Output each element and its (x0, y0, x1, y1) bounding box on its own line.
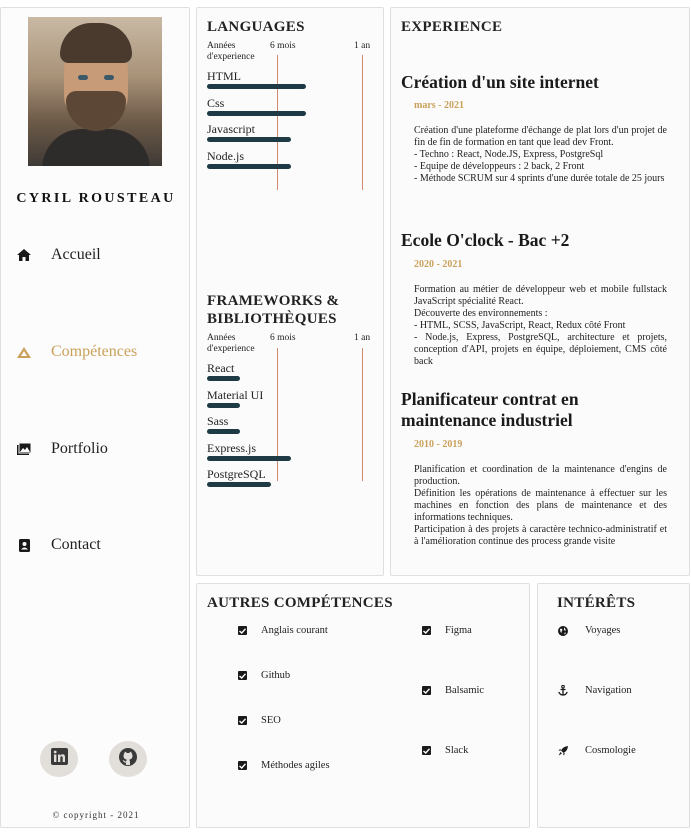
scale-start-label: Années d'experience (207, 333, 255, 354)
experience-item-description: Formation au métier de développeur web e… (414, 284, 667, 367)
scale-mid-label: 6 mois (270, 333, 296, 343)
skill-check-item: SEO (238, 715, 281, 726)
skill-level-bar (207, 402, 240, 408)
other-skills-panel: AUTRES COMPÉTENCES Anglais courant Githu… (196, 583, 530, 828)
linkedin-button[interactable] (40, 741, 78, 777)
nav-label: Contact (51, 536, 101, 553)
experience-item-description: Planification et coordination de la main… (414, 464, 667, 547)
skill-level-bar (207, 455, 291, 461)
experience-item-date: 2010 - 2019 (414, 439, 463, 450)
frameworks-title: FRAMEWORKS & BIBLIOTHÈQUES (207, 293, 340, 327)
nav-item-portfolio[interactable]: Portfolio (15, 438, 108, 460)
rocket-icon (557, 745, 568, 756)
skill-level-bar (207, 137, 291, 142)
sidebar: CYRIL ROUSTEAU Accueil Compétences Portf… (0, 7, 190, 828)
experience-item-description: Création d'une plateforme d'échange de p… (414, 125, 667, 184)
nav-item-accueil[interactable]: Accueil (15, 244, 101, 266)
images-icon (15, 443, 33, 455)
skill-check-item: Figma (422, 625, 472, 636)
experience-panel: EXPERIENCE Création d'un site internet m… (390, 7, 690, 576)
interest-item: Navigation (557, 685, 632, 696)
skill-name: Css (207, 95, 225, 110)
skill-check-item: Anglais courant (238, 625, 328, 636)
globe-icon (557, 625, 568, 636)
interest-item: Voyages (557, 625, 620, 636)
nav-label: Portfolio (51, 440, 108, 457)
skill-level-bar (207, 429, 240, 434)
skill-name: Javascript (207, 122, 255, 136)
skill-name: HTML (207, 69, 241, 83)
interests-title: INTÉRÊTS (557, 595, 636, 611)
interest-item: Cosmologie (557, 745, 636, 756)
skill-level-bar (207, 163, 291, 169)
nav-label: Accueil (51, 246, 101, 263)
checkbox-icon (238, 716, 247, 725)
checkbox-icon (238, 626, 247, 635)
skill-name: PostgreSQL (207, 467, 266, 481)
profile-name: CYRIL ROUSTEAU (16, 191, 176, 206)
skill-check-item: Slack (422, 745, 468, 756)
checkbox-icon (422, 746, 431, 755)
github-button[interactable] (109, 741, 147, 777)
triangle-icon (15, 346, 33, 358)
skill-level-bar (207, 110, 306, 116)
experience-item-date: mars - 2021 (414, 100, 464, 111)
nav-label: Compétences (51, 343, 138, 360)
skill-name: Express.js (207, 440, 256, 455)
scale-end-label: 1 an (354, 41, 371, 51)
scale-mid-label: 6 mois (270, 41, 296, 51)
scale-line-mid (277, 348, 278, 481)
skill-level-bar (207, 84, 306, 89)
scale-start-label: Années d'experience (207, 41, 255, 62)
scale-line-end (362, 348, 363, 481)
skill-check-item: Balsamic (422, 685, 484, 696)
anchor-icon (557, 685, 568, 696)
languages-title: LANGUAGES (207, 19, 305, 35)
skill-name: Node.js (207, 148, 244, 163)
interests-panel: INTÉRÊTS Voyages Navigation Cosmologie (537, 583, 690, 828)
scale-line-end (362, 55, 363, 190)
experience-item-title: Ecole O'clock - Bac +2 (401, 230, 570, 250)
profile-photo (28, 17, 162, 166)
skill-level-bar (207, 482, 271, 487)
checkbox-icon (422, 686, 431, 695)
checkbox-icon (238, 671, 247, 680)
skill-check-item: Méthodes agiles (238, 760, 330, 771)
experience-item-title: Création d'un site internet (401, 72, 599, 92)
scale-end-label: 1 an (354, 333, 371, 343)
skill-name: Material UI (207, 387, 264, 402)
experience-item-date: 2020 - 2021 (414, 259, 463, 270)
skill-name: React (207, 361, 235, 375)
github-icon (119, 747, 137, 771)
skills-panel: LANGUAGES Années d'experience 6 mois 1 a… (196, 7, 384, 576)
checkbox-icon (238, 761, 247, 770)
contact-card-icon (15, 538, 33, 552)
other-skills-title: AUTRES COMPÉTENCES (207, 595, 393, 611)
skill-check-item: Github (238, 670, 290, 681)
skill-name: Sass (207, 414, 229, 428)
nav-item-contact[interactable]: Contact (15, 534, 101, 556)
scale-line-mid (277, 55, 278, 190)
experience-item-title: Planificateur contrat en maintenance ind… (401, 389, 579, 430)
home-icon (15, 249, 33, 261)
experience-title: EXPERIENCE (401, 19, 503, 35)
copyright: © copyright - 2021 (52, 810, 140, 820)
checkbox-icon (422, 626, 431, 635)
linkedin-icon (50, 748, 68, 770)
nav-item-competences[interactable]: Compétences (15, 341, 137, 363)
skill-level-bar (207, 376, 240, 381)
